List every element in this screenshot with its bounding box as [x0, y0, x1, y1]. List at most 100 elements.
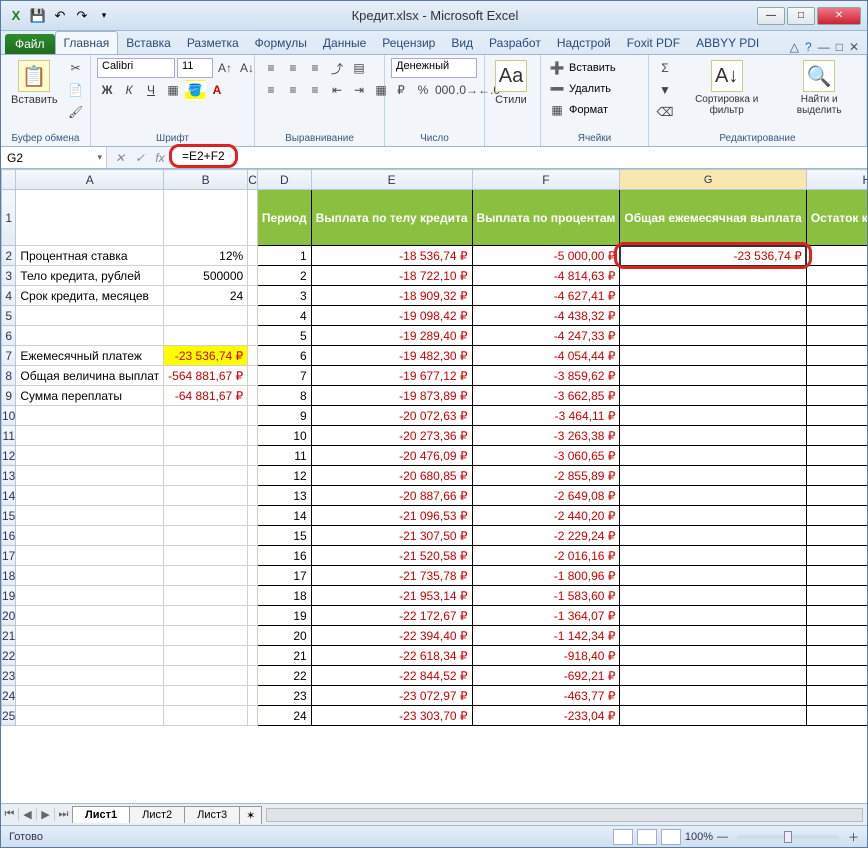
name-box[interactable]: G2: [1, 147, 107, 168]
cell-B4[interactable]: 24: [164, 286, 248, 306]
col-F[interactable]: F: [472, 170, 620, 190]
insert-cells-label[interactable]: Вставить: [569, 62, 616, 74]
cell-E18[interactable]: -21 735,78 ₽: [311, 566, 472, 586]
cell-E15[interactable]: -21 096,53 ₽: [311, 506, 472, 526]
cell-H25[interactable]: [806, 706, 867, 726]
cell-G18[interactable]: [620, 566, 806, 586]
horizontal-scrollbar[interactable]: [266, 808, 863, 822]
col-G[interactable]: G: [620, 170, 806, 190]
cell-C21[interactable]: [248, 626, 258, 646]
cell-A19[interactable]: [16, 586, 164, 606]
row-11[interactable]: 11: [2, 426, 16, 446]
cell-D20[interactable]: 19: [257, 606, 311, 626]
cell-D21[interactable]: 20: [257, 626, 311, 646]
row-5[interactable]: 5: [2, 306, 16, 326]
cell-B20[interactable]: [164, 606, 248, 626]
border-button[interactable]: ▦: [163, 80, 183, 100]
cell-F2[interactable]: -5 000,00 ₽: [472, 246, 620, 266]
minimize-button[interactable]: —: [757, 7, 785, 25]
cell-F5[interactable]: -4 438,32 ₽: [472, 306, 620, 326]
tab-data[interactable]: Данные: [315, 32, 374, 54]
increase-font-icon[interactable]: A↑: [215, 58, 235, 78]
tab-developer[interactable]: Разработ: [481, 32, 549, 54]
autosum-icon[interactable]: Σ: [655, 58, 675, 78]
sheet-tab-3[interactable]: Лист3: [184, 806, 240, 823]
cell-G3[interactable]: [620, 266, 806, 286]
cell-A7[interactable]: Ежемесячный платеж: [16, 346, 164, 366]
sheet-tab-1[interactable]: Лист1: [72, 806, 130, 823]
cell-E11[interactable]: -20 273,36 ₽: [311, 426, 472, 446]
cell-F23[interactable]: -692,21 ₽: [472, 666, 620, 686]
doc-restore-icon[interactable]: □: [836, 40, 843, 54]
cell-H4[interactable]: [806, 286, 867, 306]
cell-F25[interactable]: -233,04 ₽: [472, 706, 620, 726]
maximize-button[interactable]: □: [787, 7, 815, 25]
cell-B25[interactable]: [164, 706, 248, 726]
cell-F13[interactable]: -2 855,89 ₽: [472, 466, 620, 486]
row-6[interactable]: 6: [2, 326, 16, 346]
cell-G14[interactable]: [620, 486, 806, 506]
cell-C6[interactable]: [248, 326, 258, 346]
fx-icon[interactable]: fx: [151, 151, 169, 165]
cell-D15[interactable]: 14: [257, 506, 311, 526]
cell-E12[interactable]: -20 476,09 ₽: [311, 446, 472, 466]
row-15[interactable]: 15: [2, 506, 16, 526]
cell-D13[interactable]: 12: [257, 466, 311, 486]
cell-C22[interactable]: [248, 646, 258, 666]
cell-F24[interactable]: -463,77 ₽: [472, 686, 620, 706]
tab-file[interactable]: Файл: [5, 34, 55, 54]
cell-F8[interactable]: -3 859,62 ₽: [472, 366, 620, 386]
cell-G19[interactable]: [620, 586, 806, 606]
ribbon-minimize-icon[interactable]: △: [790, 40, 799, 54]
qat-save-icon[interactable]: 💾: [29, 7, 47, 25]
row-20[interactable]: 20: [2, 606, 16, 626]
cell-E10[interactable]: -20 072,63 ₽: [311, 406, 472, 426]
tab-home[interactable]: Главная: [55, 31, 119, 54]
increase-decimal-icon[interactable]: .0→: [457, 80, 477, 100]
row-8[interactable]: 8: [2, 366, 16, 386]
cell-C19[interactable]: [248, 586, 258, 606]
cell-A18[interactable]: [16, 566, 164, 586]
cell-A21[interactable]: [16, 626, 164, 646]
zoom-in-button[interactable]: ＋: [848, 829, 859, 845]
cell-C5[interactable]: [248, 306, 258, 326]
format-cells-label[interactable]: Формат: [569, 104, 608, 116]
tab-abbyy[interactable]: ABBYY PDI: [688, 32, 767, 54]
underline-button[interactable]: Ч: [141, 80, 161, 100]
cell-H10[interactable]: [806, 406, 867, 426]
cell-B19[interactable]: [164, 586, 248, 606]
cell-B8[interactable]: -564 881,67 ₽: [164, 366, 248, 386]
cell-H7[interactable]: [806, 346, 867, 366]
cell-A3[interactable]: Тело кредита, рублей: [16, 266, 164, 286]
cell-G13[interactable]: [620, 466, 806, 486]
cell-H6[interactable]: [806, 326, 867, 346]
orientation-icon[interactable]: ⤴: [327, 58, 347, 78]
col-D[interactable]: D: [257, 170, 311, 190]
row-10[interactable]: 10: [2, 406, 16, 426]
cell-B2[interactable]: 12%: [164, 246, 248, 266]
cell-A20[interactable]: [16, 606, 164, 626]
new-sheet-button[interactable]: ✶: [239, 806, 262, 824]
row-22[interactable]: 22: [2, 646, 16, 666]
cell-B18[interactable]: [164, 566, 248, 586]
cell-C20[interactable]: [248, 606, 258, 626]
cell-F22[interactable]: -918,40 ₽: [472, 646, 620, 666]
cell-H15[interactable]: [806, 506, 867, 526]
cell-G20[interactable]: [620, 606, 806, 626]
cell-G9[interactable]: [620, 386, 806, 406]
cell-F19[interactable]: -1 583,60 ₽: [472, 586, 620, 606]
cell-C24[interactable]: [248, 686, 258, 706]
view-page-layout-icon[interactable]: [637, 829, 657, 845]
hdr-interest[interactable]: Выплата по процентам: [472, 190, 620, 246]
cell-A16[interactable]: [16, 526, 164, 546]
hdr-period[interactable]: Период: [257, 190, 311, 246]
cell-D12[interactable]: 11: [257, 446, 311, 466]
row-24[interactable]: 24: [2, 686, 16, 706]
cell-A25[interactable]: [16, 706, 164, 726]
currency-icon[interactable]: ₽: [391, 80, 411, 100]
clear-icon[interactable]: ⌫: [655, 102, 675, 122]
font-color-button[interactable]: A: [207, 80, 227, 100]
cell-H16[interactable]: [806, 526, 867, 546]
sheet-nav-prev-icon[interactable]: ◀: [19, 808, 37, 821]
cell-D18[interactable]: 17: [257, 566, 311, 586]
